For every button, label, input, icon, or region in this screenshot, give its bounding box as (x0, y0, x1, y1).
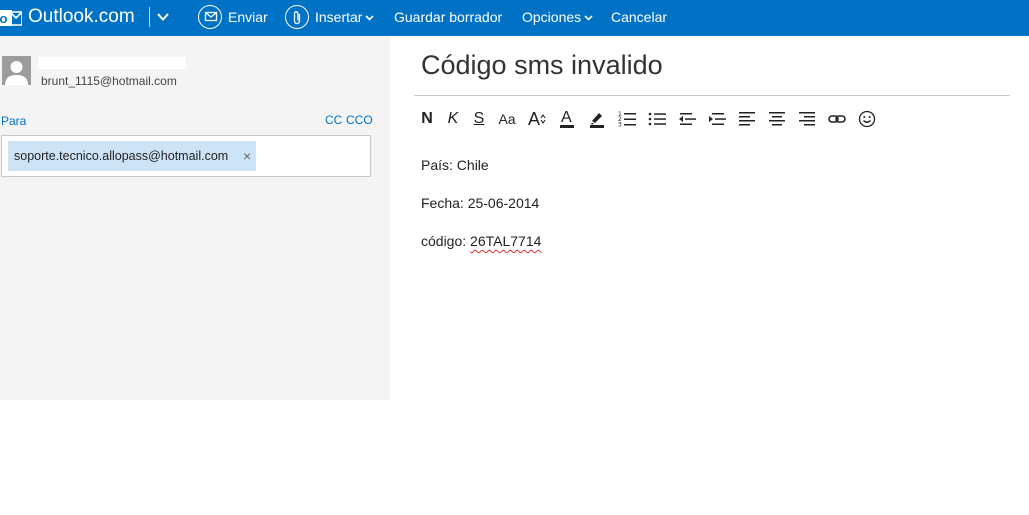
svg-text:3: 3 (618, 122, 622, 129)
subject-divider (414, 95, 1010, 96)
options-button[interactable]: Opciones (522, 0, 594, 36)
subject-field[interactable]: Código sms invalido (421, 50, 663, 81)
recipient-address: soporte.tecnico.allopass@hotmail.com (14, 149, 229, 163)
sender-email: brunt_1115@hotmail.com (41, 74, 177, 88)
to-label[interactable]: Para (1, 114, 26, 128)
outlook-envelope-icon: o (0, 10, 22, 26)
insert-button[interactable]: Insertar (285, 0, 377, 36)
save-draft-label: Guardar borrador (394, 9, 503, 25)
body-line-country[interactable]: País: Chile (421, 157, 489, 173)
numbered-list-icon[interactable]: 123 (614, 107, 640, 131)
person-icon (5, 61, 28, 85)
italic-icon[interactable]: K (440, 107, 466, 131)
font-size-icon[interactable]: Aa (494, 107, 520, 131)
strikethrough-icon[interactable]: S (466, 107, 492, 131)
brand-name: Outlook.com (28, 6, 135, 27)
send-button[interactable]: Enviar (198, 0, 268, 36)
cc-link[interactable]: CC (325, 113, 342, 127)
recipients-panel: brunt_1115@hotmail.com Para CC CCO sopor… (0, 36, 390, 400)
align-left-icon[interactable] (734, 107, 760, 131)
chevron-down-icon (365, 15, 375, 21)
body-line-date[interactable]: Fecha: 25-06-2014 (421, 195, 539, 211)
recipient-chip[interactable]: soporte.tecnico.allopass@hotmail.com × (8, 141, 257, 171)
remove-recipient-icon[interactable]: × (243, 141, 251, 171)
chevron-down-icon[interactable] (156, 10, 170, 24)
paperclip-icon (285, 5, 309, 29)
send-label: Enviar (228, 9, 268, 25)
code-value: 26TAL7714 (470, 233, 542, 249)
grow-font-icon[interactable]: A (524, 107, 550, 131)
align-right-icon[interactable] (794, 107, 820, 131)
divider (149, 7, 150, 27)
options-label: Opciones (522, 0, 593, 34)
svg-text:A: A (561, 109, 572, 126)
bcc-link[interactable]: CCO (346, 113, 373, 127)
save-draft-button[interactable]: Guardar borrador (394, 0, 506, 36)
panel-separator (385, 36, 390, 400)
emoji-icon[interactable] (854, 107, 880, 131)
insert-label: Insertar (315, 0, 375, 34)
highlight-icon[interactable] (584, 107, 610, 131)
svg-text:o: o (0, 11, 8, 26)
bullet-list-icon[interactable] (644, 107, 670, 131)
to-field[interactable]: soporte.tecnico.allopass@hotmail.com × (1, 135, 371, 177)
font-color-icon[interactable]: A (554, 107, 580, 131)
top-command-bar: o Outlook.com Enviar Insertar Guardar bo… (0, 0, 1029, 36)
chevron-down-icon (584, 15, 593, 21)
align-center-icon[interactable] (764, 107, 790, 131)
increase-indent-icon[interactable] (704, 107, 730, 131)
cancel-button[interactable]: Cancelar (611, 0, 667, 36)
avatar (2, 56, 31, 85)
cancel-label: Cancelar (611, 9, 668, 25)
send-icon (198, 5, 222, 29)
bold-icon[interactable]: N (414, 107, 440, 131)
body-line-code[interactable]: código: 26TAL7714 (421, 233, 541, 249)
decrease-indent-icon[interactable] (674, 107, 700, 131)
sender-name-redacted (38, 57, 186, 69)
link-icon[interactable] (824, 107, 850, 131)
